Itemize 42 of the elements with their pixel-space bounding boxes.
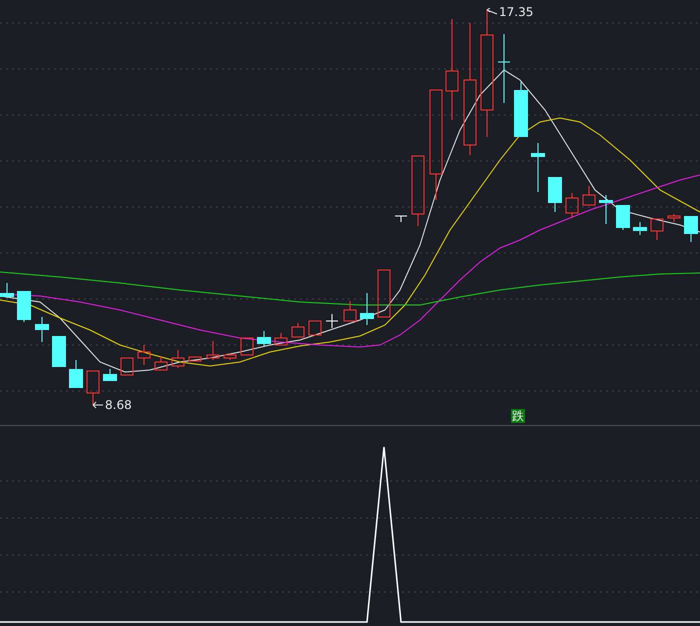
candlestick: [257, 330, 271, 346]
candlestick: [52, 336, 66, 368]
candlestick: [684, 216, 698, 242]
doji-candlestick: [326, 314, 338, 328]
candlestick: [224, 352, 236, 360]
candlestick: [17, 290, 31, 322]
candlestick: [378, 270, 390, 318]
candlestick: [172, 350, 184, 368]
candlestick: [154, 356, 168, 370]
doji-candlestick: [394, 216, 408, 222]
candlestick: [86, 370, 100, 406]
candlestick: [566, 192, 578, 218]
arrow-icon: [92, 401, 104, 409]
candlestick: [514, 82, 528, 138]
candlestick: [308, 320, 322, 336]
candlestick: [412, 156, 424, 226]
candlestick: [633, 222, 647, 236]
candlestick: [582, 186, 596, 206]
candlestick: [650, 218, 664, 240]
candlestick: [292, 322, 304, 338]
candlestick: [344, 300, 356, 322]
candlestick: [35, 316, 49, 342]
candlestick: [274, 332, 288, 346]
candlestick: [0, 282, 14, 298]
candlestick: [360, 292, 374, 326]
candlestick: [206, 340, 220, 360]
candlestick: [668, 214, 680, 222]
candlestick: [599, 194, 613, 224]
doji-candlestick: [498, 34, 510, 104]
candlestick: [120, 358, 134, 376]
low-price-label: 8.68: [105, 398, 132, 412]
arrow-icon: [486, 8, 498, 16]
candlestick: [188, 356, 202, 362]
candlestick: [103, 368, 117, 382]
candlestick: [548, 176, 562, 212]
candlestick: [616, 204, 630, 230]
candlestick: [531, 142, 545, 192]
candlestick: [69, 360, 83, 388]
high-price-label: 17.35: [499, 5, 534, 19]
candlestick: [138, 344, 150, 366]
candlestick: [240, 338, 254, 356]
signal-tag: 跌: [511, 409, 525, 423]
